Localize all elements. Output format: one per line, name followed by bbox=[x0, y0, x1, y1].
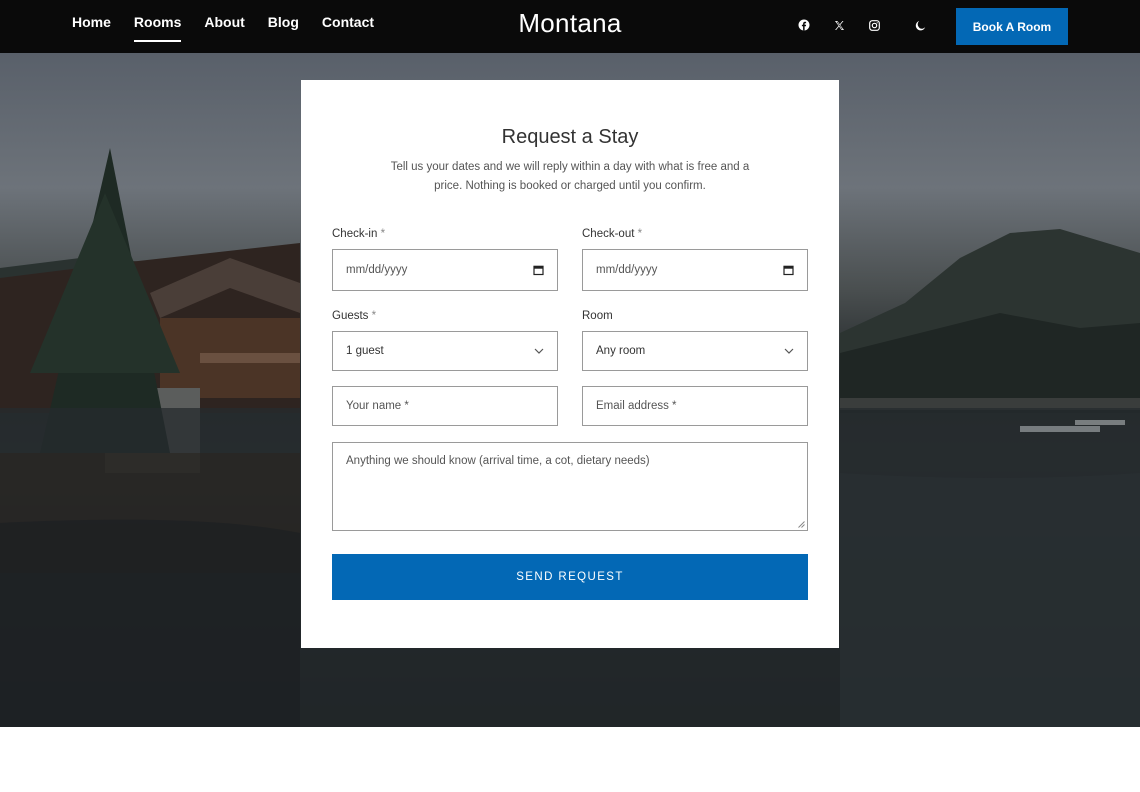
name-input[interactable]: Your name * bbox=[332, 386, 558, 426]
notes-textarea[interactable]: Anything we should know (arrival time, a… bbox=[332, 442, 808, 531]
room-value: Any room bbox=[596, 345, 646, 357]
chevron-down-icon bbox=[534, 348, 544, 354]
facebook-icon[interactable] bbox=[796, 17, 812, 33]
brand-logo[interactable]: Montana bbox=[518, 8, 621, 38]
form-title: Request a Stay bbox=[501, 126, 639, 148]
social-links bbox=[796, 17, 947, 33]
checkout-label-text: Check-out bbox=[582, 228, 635, 240]
main-nav: Home Rooms About Blog Contact bbox=[72, 0, 374, 53]
request-stay-form: Request a Stay Tell us your dates and we… bbox=[301, 80, 839, 648]
nav-contact[interactable]: Contact bbox=[322, 0, 374, 44]
guests-select[interactable]: 1 guest bbox=[332, 331, 558, 371]
name-placeholder: Your name * bbox=[346, 400, 409, 412]
required-mark: * bbox=[637, 228, 643, 240]
chevron-down-icon bbox=[784, 348, 794, 354]
required-mark: * bbox=[371, 310, 377, 322]
room-select[interactable]: Any room bbox=[582, 331, 808, 371]
instagram-icon[interactable] bbox=[866, 17, 882, 33]
resize-grip-icon[interactable] bbox=[798, 521, 805, 528]
guests-value: 1 guest bbox=[346, 345, 384, 357]
checkout-date-input[interactable]: mm/dd/yyyy bbox=[582, 249, 808, 291]
site-header: Home Rooms About Blog Contact Montana Bo… bbox=[0, 0, 1140, 53]
checkout-placeholder: mm/dd/yyyy bbox=[596, 264, 658, 276]
nav-about[interactable]: About bbox=[204, 0, 244, 44]
room-label-text: Room bbox=[582, 310, 613, 322]
send-request-button[interactable]: SEND REQUEST bbox=[332, 554, 808, 600]
nav-rooms[interactable]: Rooms bbox=[133, 0, 182, 44]
nav-home[interactable]: Home bbox=[72, 0, 111, 44]
checkout-label: Check-out * bbox=[582, 228, 642, 240]
email-placeholder: Email address * bbox=[596, 400, 677, 412]
checkin-date-input[interactable]: mm/dd/yyyy bbox=[332, 249, 558, 291]
guests-label-text: Guests bbox=[332, 310, 369, 322]
x-icon[interactable] bbox=[831, 17, 847, 33]
moon-icon[interactable] bbox=[912, 17, 928, 33]
book-room-button[interactable]: Book A Room bbox=[956, 8, 1068, 45]
checkin-label-text: Check-in bbox=[332, 228, 378, 240]
required-mark: * bbox=[380, 228, 386, 240]
email-input[interactable]: Email address * bbox=[582, 386, 808, 426]
calendar-icon[interactable] bbox=[783, 265, 794, 276]
checkin-placeholder: mm/dd/yyyy bbox=[346, 264, 408, 276]
guests-label: Guests * bbox=[332, 310, 376, 322]
notes-placeholder: Anything we should know (arrival time, a… bbox=[346, 455, 650, 467]
form-intro: Tell us your dates and we will reply wit… bbox=[390, 161, 750, 192]
calendar-icon[interactable] bbox=[533, 265, 544, 276]
nav-blog[interactable]: Blog bbox=[268, 0, 299, 44]
room-label: Room bbox=[582, 310, 613, 322]
checkin-label: Check-in * bbox=[332, 228, 385, 240]
